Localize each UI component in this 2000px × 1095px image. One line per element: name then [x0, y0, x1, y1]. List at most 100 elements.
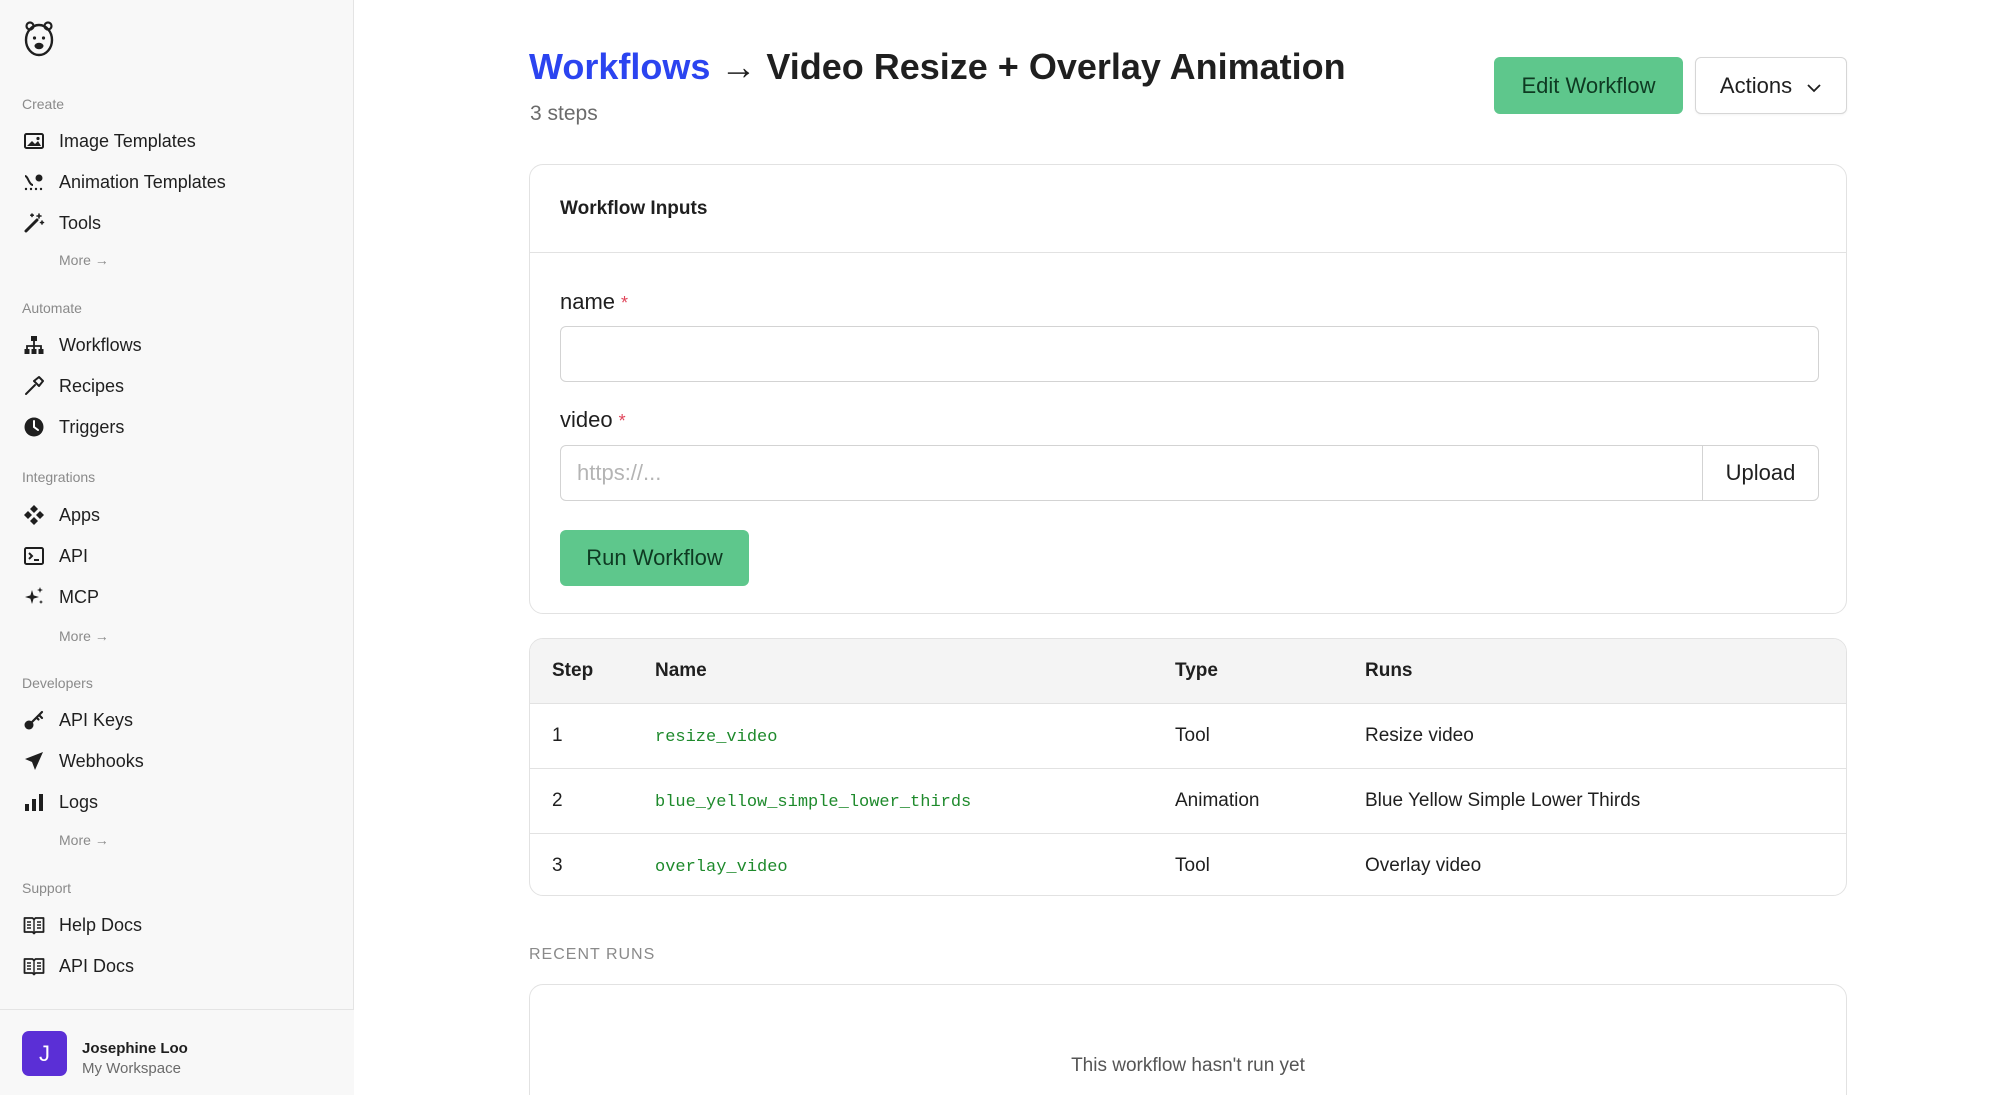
section-title-automate: Automate: [22, 300, 82, 316]
sidebar-item-label: Help Docs: [59, 914, 143, 935]
step-runs: Blue Yellow Simple Lower Thirds: [1365, 768, 1846, 834]
book-icon: [22, 913, 46, 937]
magic-wand-icon: [22, 211, 46, 235]
video-url-input[interactable]: [560, 445, 1703, 501]
recent-runs-title: RECENT RUNS: [529, 946, 656, 963]
sidebar-item-api-keys[interactable]: API Keys: [22, 705, 133, 735]
recent-runs-card: This workflow hasn't run yet: [529, 984, 1847, 1095]
clock-icon: [22, 415, 46, 439]
table-header-row: Step Name Type Runs: [530, 639, 1846, 704]
table-row[interactable]: 2 blue_yellow_simple_lower_thirds Animat…: [530, 768, 1846, 834]
bear-logo-icon[interactable]: [22, 18, 56, 58]
step-type: Tool: [1175, 854, 1210, 876]
sidebar-item-label: Apps: [59, 504, 101, 525]
sidebar-item-label: Animation Templates: [59, 171, 226, 192]
step-runs: Overlay video: [1365, 854, 1482, 876]
sidebar: Create Image Templates Animation Templat…: [0, 0, 354, 1095]
required-mark: *: [618, 411, 626, 431]
pipette-icon: [22, 374, 46, 398]
more-link-integrations[interactable]: More →: [59, 628, 109, 644]
name-input[interactable]: [560, 326, 1819, 382]
edit-workflow-button[interactable]: Edit Workflow: [1494, 57, 1683, 114]
sparkle-icon: [22, 585, 46, 609]
book-icon: [22, 954, 46, 978]
sidebar-item-image-templates[interactable]: Image Templates: [22, 126, 196, 156]
sidebar-item-triggers[interactable]: Triggers: [22, 412, 124, 442]
send-icon: [22, 749, 46, 773]
avatar[interactable]: J: [22, 1031, 67, 1076]
workspace-name: My Workspace: [82, 1060, 181, 1077]
empty-state-message: This workflow hasn't run yet: [1071, 1055, 1305, 1076]
terminal-icon: [22, 544, 46, 568]
sidebar-item-workflows[interactable]: Workflows: [22, 330, 142, 360]
sidebar-item-logs[interactable]: Logs: [22, 787, 98, 817]
breadcrumb-workflows-link[interactable]: Workflows: [529, 46, 710, 87]
sidebar-item-label: Image Templates: [59, 130, 196, 151]
sidebar-item-api[interactable]: API: [22, 541, 88, 571]
workflow-title: Video Resize + Overlay Animation: [766, 46, 1346, 87]
sidebar-item-help-docs[interactable]: Help Docs: [22, 910, 142, 940]
step-name-link[interactable]: blue_yellow_simple_lower_thirds: [655, 793, 971, 812]
more-link-create[interactable]: More →: [59, 252, 109, 268]
section-title-developers: Developers: [22, 675, 93, 691]
required-mark: *: [621, 293, 629, 313]
sitemap-icon: [22, 333, 46, 357]
section-title-create: Create: [22, 96, 65, 112]
name-field-label: name *: [560, 289, 629, 314]
column-header-runs: Runs: [1365, 639, 1846, 704]
table-row[interactable]: 1 resize_video Tool Resize video: [530, 703, 1846, 769]
user-menu[interactable]: J Josephine Loo My Workspace: [0, 1009, 354, 1095]
sidebar-item-label: API Keys: [59, 709, 134, 730]
sidebar-item-apps[interactable]: Apps: [22, 500, 100, 530]
steps-table-card: Step Name Type Runs 1 resize_video Tool …: [529, 638, 1847, 896]
sidebar-item-label: Workflows: [59, 334, 142, 355]
apps-icon: [22, 503, 46, 527]
steps-count: 3 steps: [530, 102, 598, 125]
sidebar-item-label: MCP: [59, 586, 99, 607]
step-number: 2: [530, 768, 655, 834]
section-title-integrations: Integrations: [22, 469, 96, 485]
table-row[interactable]: 3 overlay_video Tool Overlay video: [530, 833, 1846, 895]
sidebar-item-animation-templates[interactable]: Animation Templates: [22, 167, 226, 197]
sidebar-item-label: Webhooks: [59, 750, 144, 771]
sidebar-item-label: Tools: [59, 212, 102, 233]
run-workflow-button[interactable]: Run Workflow: [560, 530, 749, 586]
key-icon: [22, 708, 46, 732]
sidebar-item-label: Triggers: [59, 416, 125, 437]
video-field-label: video *: [560, 407, 626, 432]
column-header-name: Name: [655, 639, 1175, 704]
steps-table: Step Name Type Runs 1 resize_video Tool …: [530, 639, 1846, 895]
more-link-developers[interactable]: More →: [59, 832, 109, 848]
chevron-down-icon: [1806, 73, 1822, 99]
actions-label: Actions: [1719, 72, 1793, 98]
section-title-support: Support: [22, 880, 72, 896]
breadcrumb-arrow-icon: →: [720, 46, 757, 87]
image-icon: [22, 129, 46, 153]
workflow-inputs-card: Workflow Inputs name* video* Upload Run …: [529, 164, 1847, 614]
step-type: Animation: [1175, 768, 1365, 834]
sidebar-item-tools[interactable]: Tools: [22, 208, 101, 238]
upload-button[interactable]: Upload: [1702, 445, 1819, 501]
page-title: Workflows → Video Resize + Overlay Animati…: [529, 46, 1346, 88]
sidebar-item-api-docs[interactable]: API Docs: [22, 951, 134, 981]
step-runs: Resize video: [1365, 703, 1846, 769]
sidebar-item-recipes[interactable]: Recipes: [22, 371, 124, 401]
sidebar-item-label: API Docs: [59, 955, 135, 976]
sidebar-item-label: Recipes: [59, 375, 125, 396]
step-name-link[interactable]: overlay_video: [655, 858, 788, 877]
sidebar-item-webhooks[interactable]: Webhooks: [22, 746, 144, 776]
sidebar-item-label: Logs: [59, 791, 99, 812]
step-number: 3: [552, 854, 563, 876]
step-number: 1: [530, 703, 655, 769]
step-type: Tool: [1175, 703, 1365, 769]
user-name: Josephine Loo: [82, 1040, 188, 1057]
workflow-inputs-title: Workflow Inputs: [530, 165, 1846, 253]
sidebar-item-label: API: [59, 545, 89, 566]
column-header-step: Step: [530, 639, 655, 704]
bar-chart-icon: [22, 790, 46, 814]
sidebar-item-mcp[interactable]: MCP: [22, 582, 99, 612]
column-header-type: Type: [1175, 639, 1365, 704]
step-name-link[interactable]: resize_video: [655, 728, 777, 747]
animation-icon: [22, 170, 46, 194]
actions-dropdown-button[interactable]: Actions: [1695, 57, 1847, 114]
